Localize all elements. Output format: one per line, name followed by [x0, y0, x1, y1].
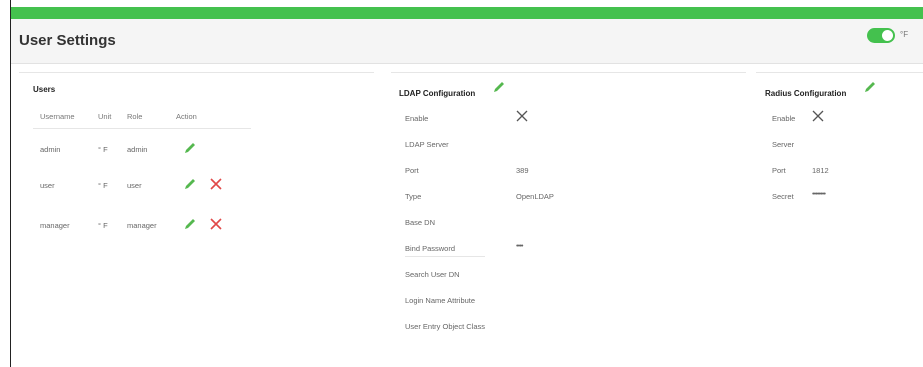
column-header-action: Action — [176, 112, 197, 121]
table-row-unit: ° F — [98, 221, 108, 230]
ldap-field-label: Base DN — [405, 218, 436, 227]
bind-password-value: •••• — [516, 241, 523, 250]
bind-password-underline — [405, 256, 485, 257]
user-settings-page: User Settings °F Users Username Unit Rol… — [10, 0, 923, 367]
edit-pencil-icon[interactable] — [183, 177, 197, 191]
table-row-role: admin — [127, 145, 148, 154]
ldap-field-label: Type — [405, 192, 422, 201]
table-row-unit: ° F — [98, 145, 108, 154]
ldap-field-label: LDAP Server — [405, 140, 449, 149]
delete-x-icon[interactable] — [210, 218, 222, 230]
edit-pencil-icon[interactable] — [183, 217, 197, 231]
radius-field-label: Enable — [772, 114, 796, 123]
x-icon[interactable] — [812, 110, 824, 122]
panel-divider — [19, 72, 374, 73]
ldap-field-label: Port — [405, 166, 419, 175]
users-panel-title: Users — [33, 85, 56, 94]
radius-secret-value: •••••••• — [812, 189, 826, 198]
toggle-knob — [882, 30, 893, 41]
table-row-role: manager — [127, 221, 157, 230]
column-header-username: Username — [40, 112, 75, 121]
ldap-field-label: User Entry Object Class — [405, 322, 486, 331]
table-header-divider — [33, 128, 251, 129]
radius-field-label: Port — [772, 166, 786, 175]
radius-field-label: Secret — [772, 192, 794, 201]
radius-field-label: Server — [772, 140, 795, 149]
edit-ldap-pencil-icon[interactable] — [492, 80, 506, 94]
ldap-field-label: Search User DN — [405, 270, 460, 279]
ldap-field-label: Bind Password — [405, 244, 456, 253]
radius-field-value: 1812 — [812, 166, 829, 175]
ldap-field-label: Enable — [405, 114, 429, 123]
x-icon[interactable] — [516, 110, 528, 122]
page-title: User Settings — [19, 32, 116, 49]
top-accent-bar — [11, 7, 923, 19]
table-row-role: user — [127, 181, 142, 190]
table-row-username: admin — [40, 145, 61, 154]
ldap-field-value: OpenLDAP — [516, 192, 554, 201]
radius-panel-title: Radius Configuration — [765, 89, 847, 98]
ldap-field-label: Login Name Attribute — [405, 296, 476, 305]
table-row-username: manager — [40, 221, 70, 230]
table-row-unit: ° F — [98, 181, 108, 190]
column-header-role: Role — [127, 112, 143, 121]
edit-pencil-icon[interactable] — [183, 141, 197, 155]
panel-divider — [391, 72, 746, 73]
panel-divider — [756, 72, 923, 73]
users-panel: Users Username Unit Role Action admin ° … — [19, 72, 374, 352]
ldap-panel-title: LDAP Configuration — [399, 89, 476, 98]
unit-toggle[interactable] — [867, 28, 895, 43]
ldap-panel: LDAP Configuration Enable LDAP Server Po… — [391, 72, 746, 352]
column-header-unit: Unit — [98, 112, 112, 121]
edit-radius-pencil-icon[interactable] — [863, 80, 877, 94]
unit-toggle-label: °F — [900, 30, 909, 39]
ldap-field-value: 389 — [516, 166, 529, 175]
radius-panel: Radius Configuration Enable Server Port … — [756, 72, 923, 352]
page-header: User Settings °F — [11, 19, 923, 64]
delete-x-icon[interactable] — [210, 178, 222, 190]
table-row-username: user — [40, 181, 55, 190]
